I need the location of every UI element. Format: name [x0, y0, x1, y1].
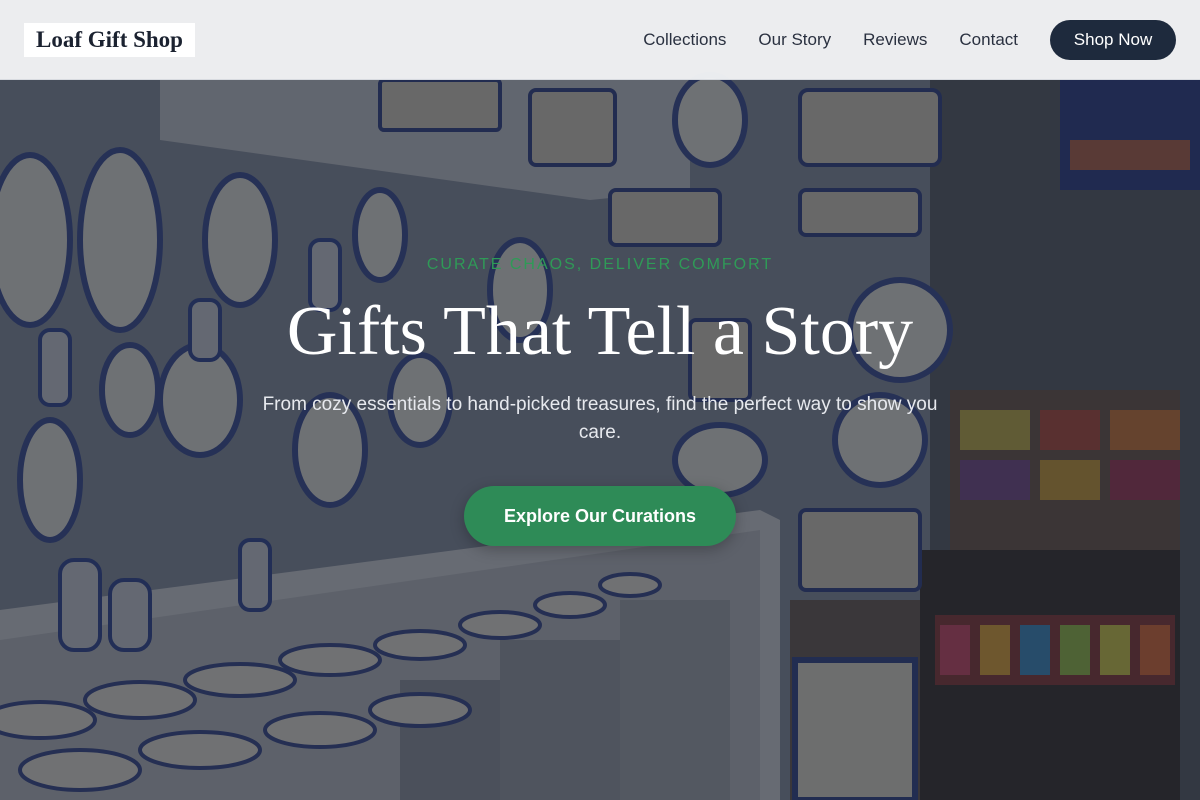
hero-subtext: From cozy essentials to hand-picked trea… — [262, 394, 938, 443]
hero-content: CURATE CHAOS, DELIVER COMFORT Gifts That… — [0, 0, 1200, 800]
hero-headline: Gifts That Tell a Story — [286, 293, 914, 370]
explore-curations-button[interactable]: Explore Our Curations — [464, 486, 736, 546]
hero-eyebrow: CURATE CHAOS, DELIVER COMFORT — [426, 256, 774, 273]
